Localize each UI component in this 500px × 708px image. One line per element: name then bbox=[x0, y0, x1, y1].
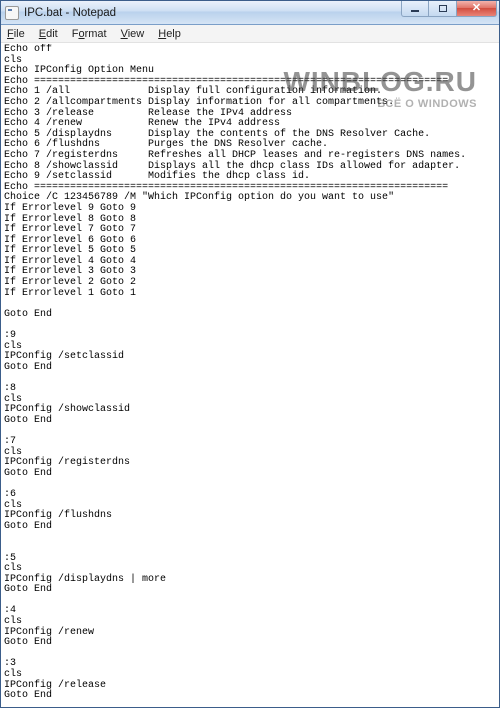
menu-file[interactable]: File bbox=[3, 27, 29, 41]
close-icon: ✕ bbox=[472, 3, 481, 14]
text-editor[interactable]: Echo off cls Echo IPConfig Option Menu E… bbox=[1, 44, 499, 707]
menu-help[interactable]: Help bbox=[154, 27, 185, 41]
minimize-button[interactable] bbox=[401, 1, 429, 17]
menu-edit[interactable]: Edit bbox=[35, 27, 62, 41]
titlebar[interactable]: IPC.bat - Notepad ✕ bbox=[1, 1, 499, 25]
menu-view[interactable]: View bbox=[117, 27, 149, 41]
window-title: IPC.bat - Notepad bbox=[24, 7, 116, 19]
menu-format[interactable]: Format bbox=[68, 27, 111, 41]
close-button[interactable]: ✕ bbox=[457, 1, 497, 17]
minimize-icon bbox=[411, 10, 419, 12]
notepad-window: IPC.bat - Notepad ✕ File Edit Format Vie… bbox=[0, 0, 500, 708]
notepad-icon bbox=[5, 6, 19, 20]
menubar: File Edit Format View Help bbox=[1, 25, 499, 43]
maximize-button[interactable] bbox=[429, 1, 457, 17]
maximize-icon bbox=[439, 5, 447, 12]
client-area: Echo off cls Echo IPConfig Option Menu E… bbox=[1, 43, 499, 707]
window-controls: ✕ bbox=[401, 1, 497, 17]
